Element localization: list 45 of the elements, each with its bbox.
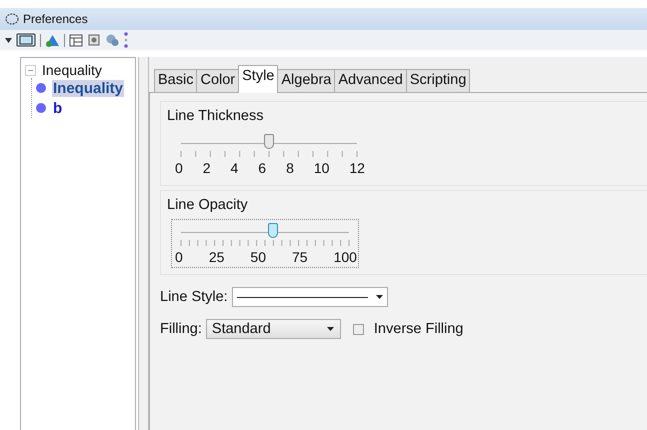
tick-label: 50 xyxy=(250,249,266,265)
layout-icon[interactable] xyxy=(69,34,83,46)
tick-label: 0 xyxy=(175,160,183,176)
tab[interactable]: Advanced xyxy=(334,69,407,93)
tab[interactable]: Scripting xyxy=(406,69,470,93)
tab[interactable]: Color xyxy=(196,69,240,93)
tick-label: 8 xyxy=(286,160,294,176)
triangle-icon[interactable] xyxy=(45,34,60,46)
group-title: Line Opacity xyxy=(167,197,249,213)
caret-icon xyxy=(326,327,334,331)
tick-label: 12 xyxy=(349,160,365,176)
tick-label: 0 xyxy=(175,249,183,265)
tree-item[interactable]: b xyxy=(52,100,64,116)
filling-dropdown[interactable]: Standard xyxy=(206,319,341,339)
bullet-icon xyxy=(36,103,46,113)
field-label: Line Style: xyxy=(160,289,228,305)
dropdown-caret-icon[interactable] xyxy=(5,38,12,42)
field-label: Filling: xyxy=(160,321,202,337)
group-title: Line Thickness xyxy=(167,108,264,124)
bullet-icon xyxy=(36,83,46,93)
tick-label: 4 xyxy=(230,160,238,176)
app-icon xyxy=(5,13,19,25)
graphics-view-icon[interactable] xyxy=(16,33,36,47)
window-title: Preferences xyxy=(23,12,88,26)
tab[interactable]: Basic xyxy=(154,69,198,93)
tree-item[interactable]: Inequality xyxy=(52,80,124,96)
slider-thumb[interactable] xyxy=(268,223,278,238)
checkbox-label[interactable]: Inverse Filling xyxy=(374,321,464,337)
tick-label: 2 xyxy=(202,160,211,176)
tab[interactable]: Algebra xyxy=(277,69,336,93)
tick-label: 100 xyxy=(334,249,357,265)
tick-label: 6 xyxy=(258,160,266,176)
caret-icon xyxy=(376,295,383,299)
line-style-dropdown[interactable] xyxy=(232,287,388,307)
slider-thumb[interactable] xyxy=(264,134,274,149)
more-icon[interactable] xyxy=(124,32,128,48)
slider[interactable]: 0 25 50 75 100 xyxy=(171,219,359,268)
tick-label: 10 xyxy=(314,160,330,176)
tick-label: 25 xyxy=(208,249,224,265)
checkbox[interactable] xyxy=(352,324,364,334)
tree-item[interactable]: Inequality xyxy=(42,62,102,78)
tab[interactable]: Style xyxy=(238,65,278,93)
tick-label: 75 xyxy=(292,249,308,265)
slider[interactable]: 0 2 4 6 8 10 12 xyxy=(171,130,367,179)
collapse-icon[interactable] xyxy=(25,64,36,76)
